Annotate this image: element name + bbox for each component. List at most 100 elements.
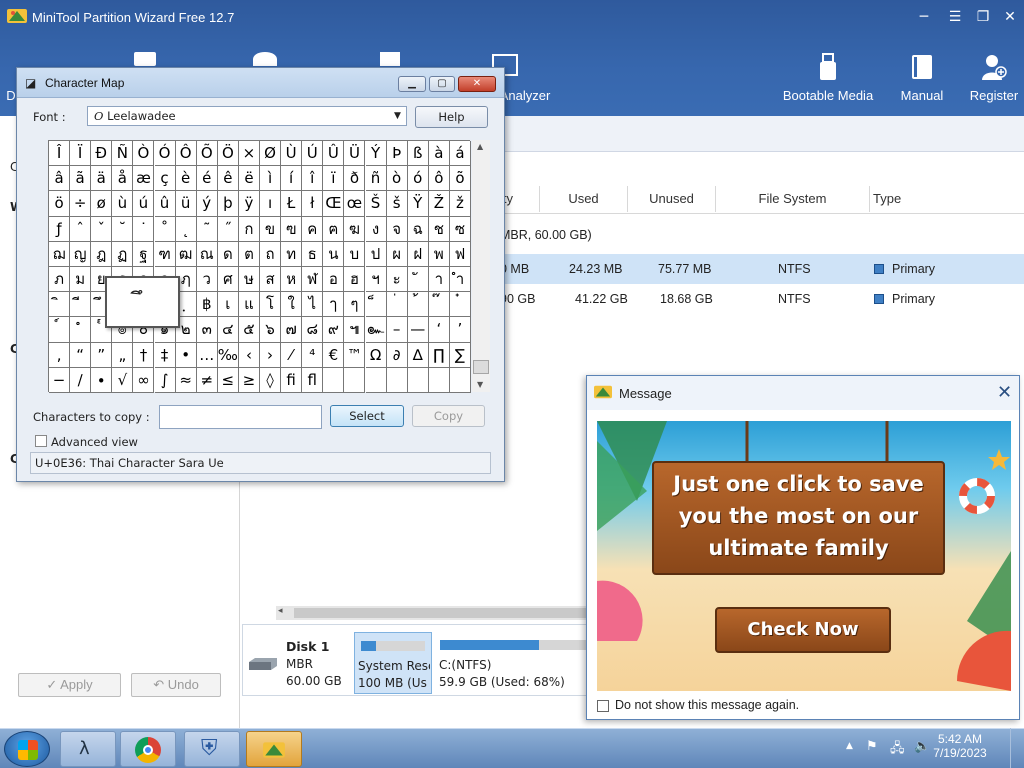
toolbar-item-manual[interactable]: Manual	[898, 52, 946, 103]
character-cell[interactable]: Î	[49, 141, 71, 167]
character-cell[interactable]: ี	[70, 292, 92, 318]
character-cell[interactable]: è	[175, 166, 197, 192]
character-cell[interactable]: ข	[260, 216, 282, 242]
character-cell[interactable]: —	[407, 317, 429, 343]
character-cell[interactable]: ß	[407, 141, 429, 167]
character-cell[interactable]: à	[428, 141, 450, 167]
character-cell[interactable]: ฬ	[302, 267, 324, 293]
character-cell[interactable]: ฒ	[175, 241, 197, 267]
character-cell[interactable]: ˜	[196, 216, 218, 242]
character-cell[interactable]: õ	[449, 166, 471, 192]
character-cell[interactable]: ˙	[133, 216, 155, 242]
character-cell[interactable]: เ	[217, 292, 239, 318]
character-cell[interactable]: ิ	[49, 292, 71, 318]
character-cell[interactable]: ⁴	[302, 342, 324, 368]
character-cell[interactable]: ฯ	[365, 267, 387, 293]
character-cell[interactable]: ช	[428, 216, 450, 242]
character-cell[interactable]: ≤	[217, 367, 239, 393]
character-cell[interactable]: แ	[238, 292, 260, 318]
character-cell[interactable]: ฿	[196, 292, 218, 318]
character-cell[interactable]: ฎ	[91, 241, 113, 267]
promo-banner[interactable]: Just one click to save you the most on o…	[597, 421, 1011, 691]
character-cell[interactable]: ó	[407, 166, 429, 192]
character-cell[interactable]: ∆	[407, 342, 429, 368]
character-cell[interactable]: ’	[449, 317, 471, 343]
toolbar-item-register[interactable]: Register	[966, 52, 1022, 103]
character-cell[interactable]: ü	[175, 191, 197, 217]
character-cell[interactable]: Ð	[91, 141, 113, 167]
character-cell[interactable]: ๓	[196, 317, 218, 343]
taskbar-minitool[interactable]	[246, 731, 302, 767]
charmap-title-bar[interactable]: ◪ Character Map ▁ ▢ ✕	[17, 68, 504, 98]
character-cell[interactable]: ค	[302, 216, 324, 242]
character-cell[interactable]: •	[175, 342, 197, 368]
character-cell[interactable]: æ	[133, 166, 155, 192]
show-desktop-button[interactable]	[1010, 728, 1024, 768]
character-cell[interactable]: ˝	[217, 216, 239, 242]
scroll-down-arrow-icon[interactable]: ▼	[477, 380, 483, 389]
character-cell[interactable]: Õ	[196, 141, 218, 167]
character-cell[interactable]: ม	[70, 267, 92, 293]
character-cell[interactable]: ì	[260, 166, 282, 192]
character-cell[interactable]: ≥	[238, 367, 260, 393]
character-cell[interactable]: Þ	[386, 141, 408, 167]
character-cell[interactable]: ÷	[70, 191, 92, 217]
character-cell[interactable]: ๛	[365, 317, 387, 343]
character-cell[interactable]: î	[302, 166, 324, 192]
character-cell[interactable]: “	[70, 342, 92, 368]
col-file-system[interactable]: File System	[716, 186, 870, 212]
character-cell[interactable]: ๘	[302, 317, 324, 343]
character-cell[interactable]: û	[154, 191, 176, 217]
character-cell[interactable]: †	[133, 342, 155, 368]
character-cell[interactable]: ‚	[49, 342, 71, 368]
character-cell[interactable]	[344, 367, 366, 393]
partition-block-system-reserved[interactable]: System Rese 100 MB (Us	[354, 632, 432, 694]
character-cell[interactable]	[323, 367, 345, 393]
character-cell[interactable]: ô	[428, 166, 450, 192]
character-cell[interactable]: ะ	[386, 267, 408, 293]
character-cell[interactable]: œ	[344, 191, 366, 217]
scroll-up-arrow-icon[interactable]: ▲	[477, 142, 483, 151]
character-cell[interactable]: Ÿ	[407, 191, 429, 217]
taskbar-chrome[interactable]	[120, 731, 176, 767]
character-cell[interactable]: Ô	[175, 141, 197, 167]
dont-show-again-checkbox[interactable]	[597, 700, 609, 712]
character-cell[interactable]: ˚	[154, 216, 176, 242]
character-cell[interactable]: จ	[386, 216, 408, 242]
help-button[interactable]: Help	[415, 106, 488, 128]
character-cell[interactable]: Ü	[344, 141, 366, 167]
taskbar-security-center[interactable]: ⛨	[184, 731, 240, 767]
character-cell[interactable]: ú	[133, 191, 155, 217]
toolbar-item-bootable-media[interactable]: Bootable Media	[780, 52, 876, 103]
character-cell[interactable]	[407, 367, 429, 393]
col-used[interactable]: Used	[540, 186, 628, 212]
character-cell[interactable]: −	[49, 367, 71, 393]
character-cell[interactable]: ๋	[449, 292, 471, 318]
character-cell[interactable]: โ	[260, 292, 282, 318]
character-grid[interactable]: Î Ï Ð Ñ Ò Ó Ô Õ Ö × Ø Ù Ú Û Ü Ý Þß à á â ã ä å æ ç è é ê ë ì í î ï ð ñ ò ó ô õ…	[48, 140, 471, 393]
character-cell[interactable]: ÿ	[238, 191, 260, 217]
character-cell[interactable]: ê	[217, 166, 239, 192]
character-cell[interactable]	[365, 367, 387, 393]
character-cell[interactable]: Ó	[154, 141, 176, 167]
apply-button[interactable]: ✓ Apply	[18, 673, 121, 697]
charmap-minimize-button[interactable]: ▁	[398, 76, 426, 92]
character-cell[interactable]: ห	[281, 267, 303, 293]
character-cell[interactable]: ∂	[386, 342, 408, 368]
character-grid-scrollbar[interactable]: ▲ ▼	[472, 140, 490, 392]
character-cell[interactable]: ฝ	[407, 241, 429, 267]
scrollbar-thumb[interactable]	[473, 360, 489, 374]
minimize-button[interactable]: ─	[914, 8, 934, 26]
character-cell[interactable]: ฟ	[449, 241, 471, 267]
disk-row-label[interactable]: MBR, 60.00 GB)	[500, 228, 592, 242]
character-cell[interactable]: ≈	[175, 367, 197, 393]
close-button[interactable]: ✕	[1000, 8, 1020, 26]
character-cell[interactable]: ›	[260, 342, 282, 368]
character-cell[interactable]: ‘	[428, 317, 450, 343]
character-cell[interactable]: ฏ	[112, 241, 134, 267]
character-cell[interactable]: í	[281, 166, 303, 192]
restore-button[interactable]: ❐	[973, 8, 993, 26]
character-cell[interactable]: Ö	[217, 141, 239, 167]
character-cell[interactable]: Ñ	[112, 141, 134, 167]
character-cell[interactable]: å	[112, 166, 134, 192]
